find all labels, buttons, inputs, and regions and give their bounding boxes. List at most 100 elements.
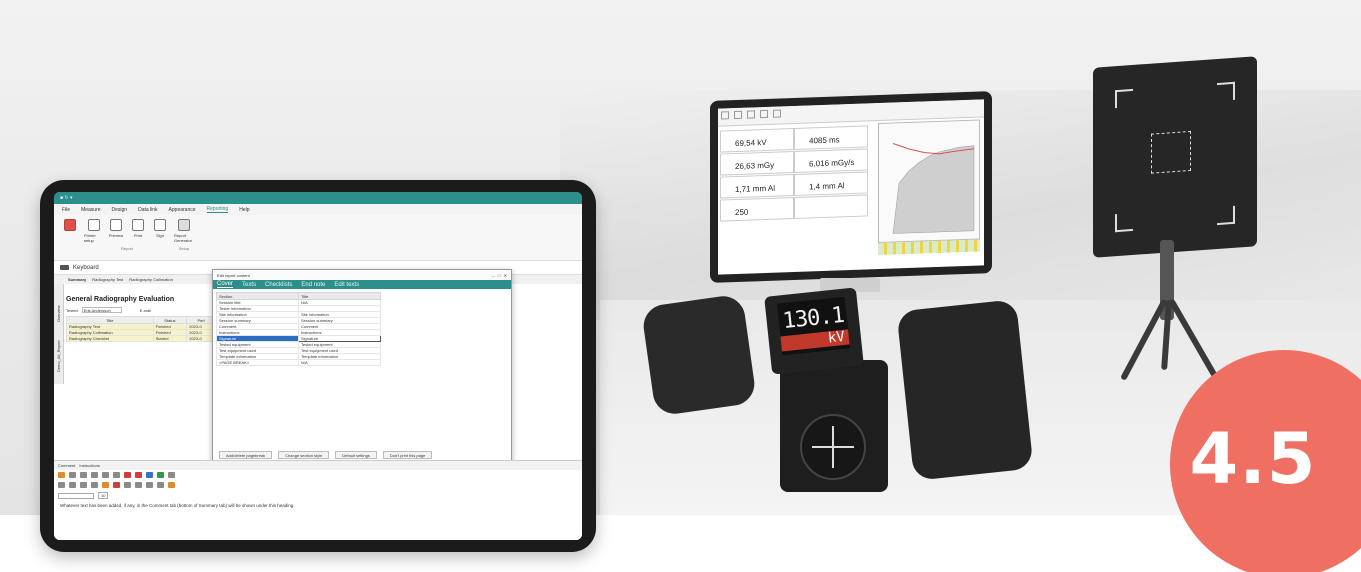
- detector-left: [640, 293, 758, 417]
- dont-print-page-button[interactable]: Don't print this page: [382, 451, 433, 459]
- report-logo-icon: [64, 219, 76, 231]
- menu-measure[interactable]: Measure: [81, 207, 100, 213]
- image-icon[interactable]: [146, 472, 153, 478]
- tab-summary[interactable]: Summary: [68, 277, 86, 282]
- change-section-style-button[interactable]: Change section style: [278, 451, 330, 459]
- align-center-icon[interactable]: [135, 482, 142, 488]
- table-row[interactable]: Radiography Checklist Started 2023-0: [66, 335, 216, 342]
- menu-help[interactable]: Help: [239, 207, 249, 213]
- email-label: E-mail: [139, 307, 152, 313]
- tablet-device: ■ ↻ ▾ File Measure Design Data link Appe…: [40, 180, 596, 552]
- tab-checklists[interactable]: Checklists: [265, 282, 292, 288]
- strike-icon[interactable]: [91, 482, 98, 488]
- tablet-screen: ■ ↻ ▾ File Measure Design Data link Appe…: [54, 192, 582, 540]
- product-hero-image: ■ ↻ ▾ File Measure Design Data link Appe…: [0, 0, 1361, 572]
- font-size-select[interactable]: 10: [98, 492, 109, 499]
- paragraph-icon[interactable]: [168, 472, 175, 478]
- keyboard-icon: [60, 265, 69, 270]
- preview-button[interactable]: Preview: [106, 219, 126, 243]
- dialog-action-buttons: Add/delete pagebreak Change section styl…: [219, 451, 433, 459]
- font-name-select[interactable]: [58, 492, 94, 499]
- italic-icon[interactable]: [69, 482, 76, 488]
- add-delete-pagebreak-button[interactable]: Add/delete pagebreak: [219, 451, 273, 459]
- window-controls: – □ ✕: [492, 273, 507, 278]
- tab-comment[interactable]: Comment: [58, 463, 75, 468]
- edit-report-content-dialog: Edit report content – □ ✕ Cover Texts Ch…: [212, 269, 512, 479]
- menu-design[interactable]: Design: [112, 207, 128, 213]
- menu-data-link[interactable]: Data link: [138, 207, 157, 213]
- font-color-icon[interactable]: [113, 482, 120, 488]
- reading-cell: 69,54 kV: [720, 127, 794, 153]
- copy-icon[interactable]: [102, 472, 109, 478]
- bullets-icon[interactable]: [157, 482, 164, 488]
- printer-icon: [88, 219, 100, 231]
- col-section[interactable]: Section: [216, 292, 299, 300]
- align-left-icon[interactable]: [124, 482, 131, 488]
- col-status[interactable]: Status: [152, 316, 188, 324]
- meter-base: [780, 360, 888, 492]
- panel-title[interactable]: Keyboard: [73, 265, 99, 271]
- report-generator-label: Report Generator: [174, 233, 193, 243]
- table-row[interactable]: <PAGE BREAK> N/A: [216, 359, 381, 366]
- tab-cover[interactable]: Cover: [217, 281, 234, 288]
- open-icon[interactable]: [58, 472, 65, 478]
- cut-icon[interactable]: [91, 472, 98, 478]
- editor-toolbar-1: [54, 470, 582, 480]
- redo-icon[interactable]: [135, 472, 142, 478]
- bold-icon[interactable]: [58, 482, 65, 488]
- tab-edit-texts[interactable]: Edit texts: [334, 282, 359, 288]
- reading-value: 26,63 mGy: [735, 160, 775, 172]
- menu-reporting[interactable]: Reporting: [206, 206, 229, 213]
- tab-texts[interactable]: Texts: [242, 282, 256, 288]
- highlight-icon[interactable]: [102, 482, 109, 488]
- col-title[interactable]: Title: [66, 316, 154, 324]
- print-icon: [132, 219, 144, 231]
- report-logo-button[interactable]: [60, 219, 80, 231]
- undo-icon[interactable]: [124, 472, 131, 478]
- sign-button[interactable]: Sign: [150, 219, 170, 243]
- corner-mark: [1217, 81, 1235, 102]
- maximize-icon[interactable]: □: [498, 273, 500, 278]
- menu-file[interactable]: File: [62, 207, 70, 213]
- window-icon: ■ ↻ ▾: [60, 195, 73, 201]
- preview-icon: [110, 219, 122, 231]
- side-tab-report[interactable]: Demo_All_Report: [54, 324, 63, 374]
- meter-display: 130.1 kV: [776, 296, 851, 356]
- minimize-icon[interactable]: –: [492, 273, 494, 278]
- editor-tabs: Comment Instructions: [54, 461, 582, 470]
- side-tab-overview[interactable]: Overview: [54, 284, 63, 324]
- paste-icon[interactable]: [113, 472, 120, 478]
- report-generator-icon: [178, 219, 190, 231]
- cross-icon: [812, 426, 854, 468]
- tested-field[interactable]: Erik Andersson: [81, 307, 122, 313]
- monitor-screen: 69,54 kV 4085 ms 26,63 mGy 6,016 mGy/s 1,7…: [718, 99, 984, 275]
- report-generator-button[interactable]: Report Generator: [174, 219, 194, 243]
- tab-instructions[interactable]: Instructions: [79, 463, 99, 468]
- measurement-grid: 69,54 kV 4085 ms 26,63 mGy 6,016 mGy/s 1,7…: [720, 125, 870, 222]
- cell-title[interactable]: N/A: [298, 359, 381, 366]
- reading-cell: 250: [720, 196, 794, 222]
- printer-setup-button[interactable]: Printer setup: [84, 219, 104, 243]
- close-icon[interactable]: ✕: [504, 273, 507, 278]
- underline-icon[interactable]: [80, 482, 87, 488]
- print-icon[interactable]: [80, 472, 87, 478]
- tab-end-note[interactable]: End note: [301, 282, 325, 288]
- cell-section: <PAGE BREAK>: [216, 359, 299, 366]
- print-button[interactable]: Print: [128, 219, 148, 243]
- preview-label: Preview: [108, 233, 124, 238]
- tab-radiography-test[interactable]: Radiography Test: [92, 277, 123, 282]
- default-settings-button[interactable]: Default settings: [335, 451, 377, 459]
- clear-format-icon[interactable]: [168, 482, 175, 488]
- corner-mark: [1217, 205, 1235, 226]
- tab-radiography-collimation[interactable]: Radiography Collimation: [129, 277, 173, 282]
- col-title[interactable]: Title: [298, 292, 381, 300]
- reading-value: 69,54 kV: [735, 137, 767, 149]
- align-right-icon[interactable]: [146, 482, 153, 488]
- dialog-title: Edit report content: [217, 272, 250, 278]
- toolbar-icon: [760, 109, 768, 119]
- reading-value: 1,4 mm Al: [809, 181, 845, 192]
- table-icon[interactable]: [157, 472, 164, 478]
- save-icon[interactable]: [69, 472, 76, 478]
- menu-appearance[interactable]: Appearance: [169, 207, 196, 213]
- flat-panel-detector: [1093, 56, 1257, 258]
